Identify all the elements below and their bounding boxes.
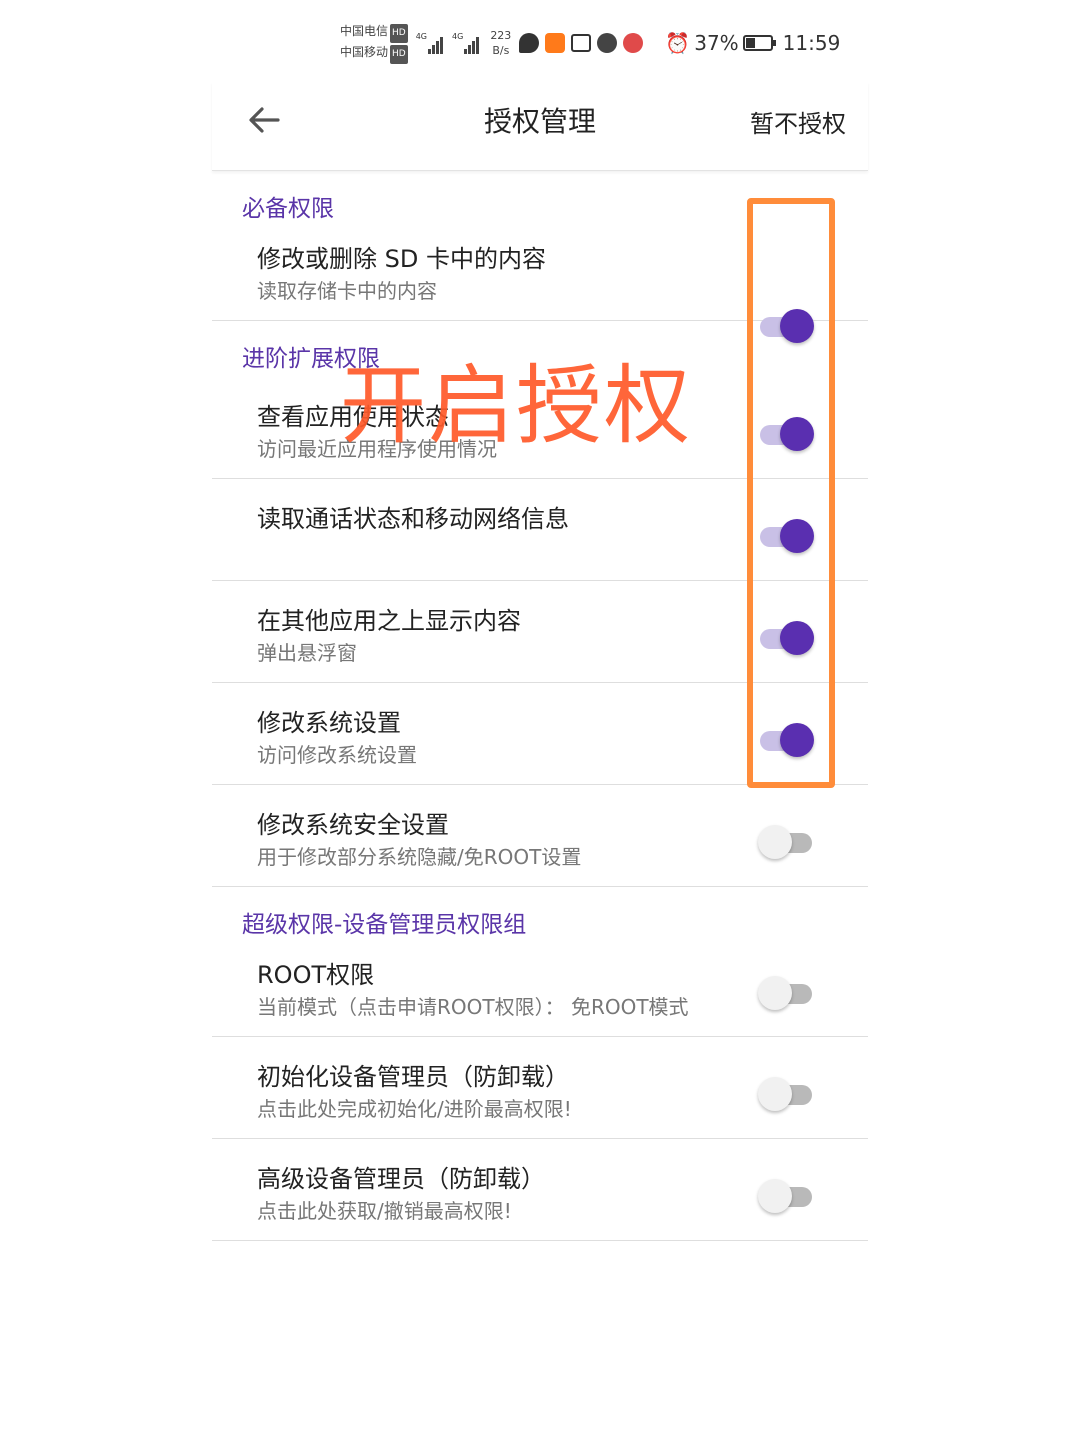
permission-title: 修改系统设置 bbox=[257, 709, 401, 737]
permission-subtitle: 访问修改系统设置 bbox=[257, 743, 417, 767]
network-type: 4G bbox=[452, 32, 464, 41]
notification-icons bbox=[519, 33, 644, 53]
permission-item-root[interactable]: ROOT权限 当前模式（点击申请ROOT权限）： 免ROOT模式 bbox=[212, 943, 868, 1037]
app-notification-icon bbox=[623, 33, 644, 53]
video-app-icon bbox=[545, 33, 566, 53]
app-bar: 授权管理 暂不授权 bbox=[212, 82, 868, 171]
browser-icon bbox=[597, 33, 618, 53]
permission-title: 读取通话状态和移动网络信息 bbox=[257, 505, 569, 533]
permission-item-device-admin[interactable]: 初始化设备管理员（防卸载） 点击此处完成初始化/进阶最高权限! bbox=[212, 1037, 868, 1139]
chat-icon bbox=[519, 33, 540, 53]
signal-icon: 4G bbox=[452, 32, 480, 54]
network-speed: 223 B/s bbox=[490, 28, 511, 58]
permission-toggle[interactable] bbox=[758, 1177, 818, 1213]
permission-subtitle: 当前模式（点击申请ROOT权限）： 免ROOT模式 bbox=[257, 995, 689, 1019]
battery-percent: 37% bbox=[694, 31, 739, 55]
permission-subtitle: 用于修改部分系统隐藏/免ROOT设置 bbox=[257, 845, 582, 869]
permission-title: 初始化设备管理员（防卸载） bbox=[257, 1063, 569, 1091]
section-header-super: 超级权限-设备管理员权限组 bbox=[242, 912, 527, 938]
permission-title: 在其他应用之上显示内容 bbox=[257, 607, 521, 635]
permission-toggle[interactable] bbox=[758, 974, 818, 1010]
hd-badge: HD bbox=[390, 45, 408, 64]
permission-subtitle: 读取存储卡中的内容 bbox=[257, 279, 437, 303]
alarm-icon: ⏰ bbox=[665, 31, 691, 55]
status-bar: 中国电信 HD 中国移动 HD 4G 4G 223 B/s ⏰ 37% 11:59 bbox=[340, 20, 850, 66]
signal-icon: 4G bbox=[416, 32, 444, 54]
annotation-text: 开启授权 bbox=[340, 356, 692, 456]
carrier-2: 中国移动 bbox=[340, 45, 389, 59]
speed-unit: B/s bbox=[492, 44, 510, 57]
network-type: 4G bbox=[415, 32, 428, 41]
hd-badge: HD bbox=[390, 24, 408, 43]
speed-value: 223 bbox=[490, 29, 512, 42]
permission-toggle[interactable] bbox=[758, 823, 818, 859]
permission-subtitle: 点击此处获取/撤销最高权限! bbox=[257, 1199, 512, 1223]
permission-item-advanced-device-admin[interactable]: 高级设备管理员（防卸载） 点击此处获取/撤销最高权限! bbox=[212, 1139, 868, 1241]
cart-icon bbox=[571, 34, 592, 52]
annotation-highlight-box bbox=[747, 198, 835, 788]
permission-title: 高级设备管理员（防卸载） bbox=[257, 1165, 545, 1193]
permission-subtitle: 点击此处完成初始化/进阶最高权限! bbox=[257, 1097, 572, 1121]
permission-subtitle: 弹出悬浮窗 bbox=[257, 641, 357, 665]
carrier-info: 中国电信 HD 中国移动 HD bbox=[340, 22, 408, 64]
permission-title: 修改或删除 SD 卡中的内容 bbox=[257, 245, 546, 273]
permission-toggle[interactable] bbox=[758, 1075, 818, 1111]
permission-title: ROOT权限 bbox=[257, 961, 375, 989]
carrier-1: 中国电信 bbox=[340, 24, 389, 38]
clock: 11:59 bbox=[782, 31, 841, 55]
permission-item-secure-settings[interactable]: 修改系统安全设置 用于修改部分系统隐藏/免ROOT设置 bbox=[212, 785, 868, 887]
battery-icon bbox=[742, 35, 776, 51]
skip-authorization-button[interactable]: 暂不授权 bbox=[750, 104, 846, 139]
permission-title: 修改系统安全设置 bbox=[257, 811, 449, 839]
